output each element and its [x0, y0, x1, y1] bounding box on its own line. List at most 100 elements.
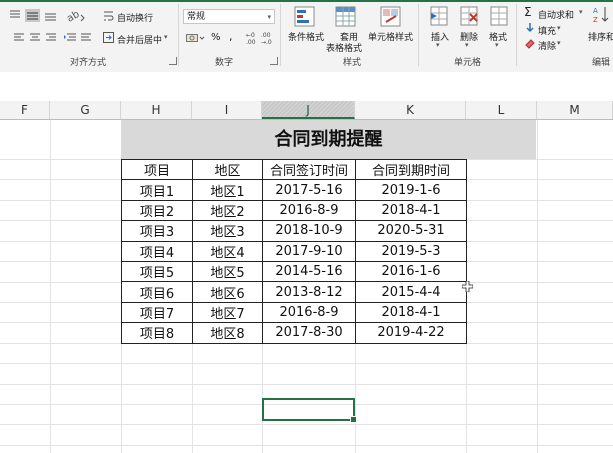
autosum-button[interactable]: 自动求和: [538, 8, 574, 21]
cell-project[interactable]: 项目4: [121, 240, 193, 262]
merge-center-button[interactable]: 合并后居中: [117, 33, 162, 46]
header-cell-expiry-date[interactable]: 合同到期时间: [355, 158, 467, 181]
header-cell-project[interactable]: 项目: [121, 158, 193, 181]
cell-region[interactable]: 地区6: [192, 281, 263, 303]
format-as-table-icon[interactable]: [335, 6, 357, 28]
cell-project[interactable]: 项目8: [121, 322, 193, 344]
header-cell-sign-date[interactable]: 合同签订时间: [262, 158, 356, 181]
cell-expiry-date[interactable]: 2020-5-31: [355, 220, 467, 242]
cell-styles-icon[interactable]: [380, 6, 402, 28]
cell-project[interactable]: 项目3: [121, 220, 193, 242]
chevron-down-icon[interactable]: ▾: [164, 33, 168, 41]
chevron-down-icon[interactable]: ▾: [436, 41, 440, 49]
cell-expiry-date[interactable]: 2016-1-6: [355, 260, 467, 283]
fill-icon[interactable]: [525, 23, 535, 33]
cell-sign-date[interactable]: 2017-5-16: [262, 179, 356, 201]
table-row: 项目1 地区1 2017-5-16 2019-1-6: [121, 179, 467, 201]
cell-expiry-date[interactable]: 2018-4-1: [355, 199, 467, 222]
currency-icon[interactable]: [186, 32, 206, 44]
cell-sign-date[interactable]: 2014-5-16: [262, 260, 356, 283]
cell-region[interactable]: 地区5: [192, 260, 263, 283]
cell-expiry-date[interactable]: 2018-4-1: [355, 301, 467, 324]
insert-button[interactable]: 插入: [431, 30, 449, 43]
chevron-down-icon[interactable]: ▾: [495, 41, 499, 49]
autosum-icon[interactable]: Σ: [524, 5, 532, 19]
sort-filter-icon[interactable]: A Z: [593, 5, 611, 27]
svg-text:.00: .00: [261, 32, 271, 39]
dialog-launcher-icon[interactable]: [169, 57, 177, 65]
chevron-down-icon[interactable]: ▾: [557, 24, 561, 32]
decimal-icons[interactable]: ←0 .00 .00 →.0: [246, 30, 276, 46]
svg-text:←0: ←0: [246, 32, 255, 39]
percent-button[interactable]: %: [211, 32, 221, 43]
chevron-down-icon[interactable]: ▾: [557, 39, 561, 47]
cell-sign-date[interactable]: 2017-8-30: [262, 322, 356, 344]
wrap-text-button[interactable]: 自动换行: [117, 11, 153, 24]
column-header-j[interactable]: J: [262, 101, 355, 119]
cell-project[interactable]: 项目2: [121, 199, 193, 222]
column-header-g[interactable]: G: [50, 101, 121, 119]
cell-styles-button[interactable]: 单元格样式: [368, 30, 413, 43]
group-label-styles: 样式: [343, 58, 362, 68]
cell-expiry-date[interactable]: 2019-1-6: [355, 179, 467, 201]
column-header-h[interactable]: H: [121, 101, 192, 119]
column-header-m[interactable]: M: [537, 101, 613, 119]
cell-expiry-date[interactable]: 2015-4-4: [355, 281, 467, 303]
cell-region[interactable]: 地区4: [192, 240, 263, 262]
column-header-l[interactable]: L: [466, 101, 537, 119]
chevron-down-icon[interactable]: ▾: [465, 41, 469, 49]
conditional-format-button[interactable]: 条件格式: [288, 30, 324, 43]
column-header-k[interactable]: K: [355, 101, 466, 119]
cell-project[interactable]: 项目7: [121, 301, 193, 324]
comma-button[interactable]: ,: [229, 30, 233, 43]
delete-cells-icon[interactable]: [459, 6, 479, 28]
gridline: [0, 445, 613, 446]
dialog-launcher-icon[interactable]: [270, 57, 278, 65]
column-header-f[interactable]: F: [0, 101, 50, 119]
cell-expiry-date[interactable]: 2019-4-22: [355, 322, 467, 344]
chevron-down-icon[interactable]: ▾: [579, 8, 583, 16]
cell-region[interactable]: 地区1: [192, 179, 263, 201]
format-cells-icon[interactable]: [489, 6, 509, 28]
cell-region[interactable]: 地区2: [192, 199, 263, 222]
wrap-text-icon[interactable]: [103, 10, 115, 22]
cell-sign-date[interactable]: 2016-8-9: [262, 301, 356, 324]
cell-region[interactable]: 地区8: [192, 322, 263, 344]
cell-expiry-date[interactable]: 2019-5-3: [355, 240, 467, 262]
number-format-select[interactable]: 常规 ▾: [183, 9, 275, 24]
clear-button[interactable]: 清除: [538, 39, 556, 52]
cell-sign-date[interactable]: 2018-10-9: [262, 220, 356, 242]
merge-center-icon[interactable]: [103, 32, 115, 44]
fill-handle[interactable]: [350, 416, 357, 423]
header-cell-region[interactable]: 地区: [192, 158, 263, 181]
vertical-align-icons[interactable]: [8, 9, 60, 23]
gridline: [0, 424, 613, 425]
table-row: 项目4 地区4 2017-9-10 2019-5-3: [121, 240, 467, 262]
delete-button[interactable]: 删除: [460, 30, 478, 43]
eraser-icon[interactable]: [525, 39, 535, 49]
horizontal-align-icons[interactable]: [14, 32, 58, 44]
ribbon: ab 自动换行 合并后居中 ▾ 对齐方式 常规 ▾ % , ←0 .00 .00…: [0, 0, 613, 73]
cell-region[interactable]: 地区7: [192, 301, 263, 324]
cursor-cross-icon: [462, 281, 473, 292]
cell-sign-date[interactable]: 2013-8-12: [262, 281, 356, 303]
cell-project[interactable]: 项目1: [121, 179, 193, 201]
column-header-i[interactable]: I: [192, 101, 262, 119]
group-label-cells: 单元格: [454, 58, 482, 68]
fill-button[interactable]: 填充: [538, 24, 556, 37]
cell-project[interactable]: 项目5: [121, 260, 193, 283]
cell-region[interactable]: 地区3: [192, 220, 263, 242]
sheet-title[interactable]: 合同到期提醒: [121, 120, 536, 159]
table-row: 项目6 地区6 2013-8-12 2015-4-4: [121, 281, 467, 303]
cell-project[interactable]: 项目6: [121, 281, 193, 303]
conditional-format-icon[interactable]: [294, 6, 316, 28]
insert-cells-icon[interactable]: [429, 6, 449, 28]
cell-sign-date[interactable]: 2017-9-10: [262, 240, 356, 262]
sort-filter-button[interactable]: 排序和: [588, 30, 613, 43]
active-cell-selection[interactable]: [262, 398, 357, 423]
orientation-icon[interactable]: ab: [66, 9, 86, 23]
column-headers: F G H I J K L M: [0, 101, 613, 120]
indent-icons[interactable]: [64, 32, 94, 44]
format-as-table-button[interactable]: 表格格式: [326, 41, 362, 54]
cell-sign-date[interactable]: 2016-8-9: [262, 199, 356, 222]
